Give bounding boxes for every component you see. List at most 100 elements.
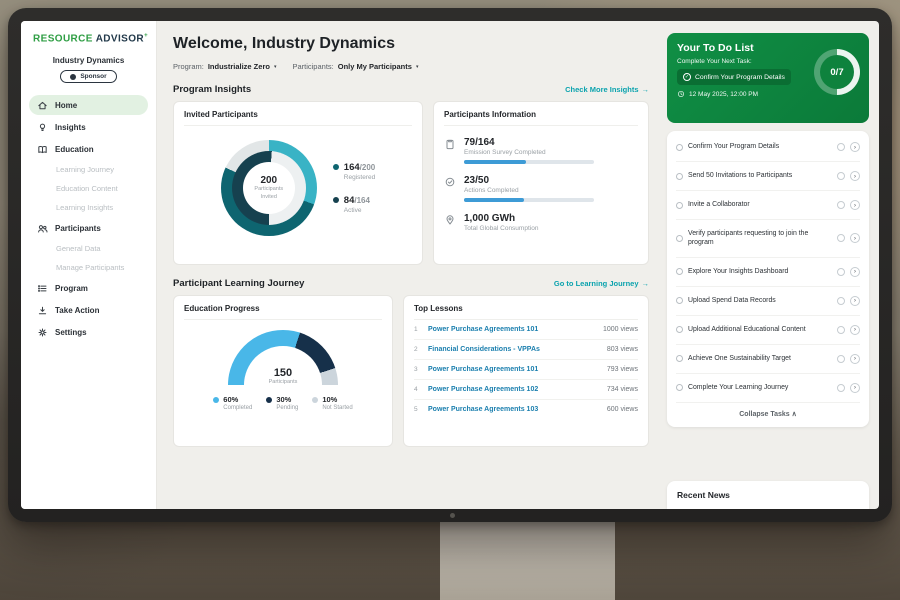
- sidebar-item-manage-participants[interactable]: Manage Participants: [29, 259, 148, 276]
- task-row[interactable]: Upload Additional Educational Content ›: [676, 316, 860, 345]
- program-filter[interactable]: Program: Industrialize Zero ▾: [173, 62, 276, 71]
- sponsor-badge: Sponsor: [60, 70, 116, 83]
- recent-news-title: Recent News: [677, 490, 730, 500]
- program-filter-label: Program:: [173, 62, 204, 71]
- check-circle-icon: [444, 176, 456, 188]
- chevron-right-icon[interactable]: ›: [850, 171, 860, 181]
- collapse-tasks-button[interactable]: Collapse Tasks ∧: [676, 403, 860, 425]
- lesson-row[interactable]: 5 Power Purchase Agreements 103 600 view…: [414, 400, 638, 419]
- main-content: Welcome, Industry Dynamics Program: Indu…: [157, 21, 661, 509]
- sidebar-item-education-content[interactable]: Education Content: [29, 180, 148, 197]
- sidebar-item-settings[interactable]: Settings: [29, 322, 148, 342]
- lesson-title-link[interactable]: Financial Considerations - VPPAs: [428, 346, 601, 353]
- gauge-center-label: Participants: [269, 379, 298, 385]
- sidebar-item-home[interactable]: Home: [29, 95, 148, 115]
- lesson-title-link[interactable]: Power Purchase Agreements 101: [428, 366, 601, 373]
- todo-progress-ring: 0/7: [814, 49, 860, 95]
- download-icon: [37, 305, 48, 316]
- task-checkbox[interactable]: [676, 144, 683, 151]
- stat-label: Total Global Consumption: [464, 225, 538, 232]
- go-to-learning-journey-link[interactable]: Go to Learning Journey →: [554, 279, 649, 288]
- chevron-right-icon[interactable]: ›: [850, 142, 860, 152]
- task-row[interactable]: Confirm Your Program Details ›: [676, 133, 860, 162]
- lesson-row[interactable]: 2 Financial Considerations - VPPAs 803 v…: [414, 340, 638, 360]
- task-checkbox[interactable]: [676, 297, 683, 304]
- caret-down-icon[interactable]: ▾: [416, 64, 419, 70]
- lesson-title-link[interactable]: Power Purchase Agreements 103: [428, 406, 601, 413]
- legend-dot: [213, 397, 219, 403]
- lesson-views: 793 views: [607, 366, 638, 373]
- task-checkbox[interactable]: [676, 355, 683, 362]
- task-count-icon: [837, 384, 845, 392]
- chevron-right-icon[interactable]: ›: [850, 325, 860, 335]
- sidebar-item-learning-journey[interactable]: Learning Journey: [29, 161, 148, 178]
- arrow-right-icon: →: [642, 279, 650, 288]
- learning-cards: Education Progress 150 Participants: [173, 295, 649, 447]
- lesson-row[interactable]: 1 Power Purchase Agreements 101 1000 vie…: [414, 320, 638, 340]
- caret-down-icon[interactable]: ▾: [274, 64, 277, 70]
- chevron-right-icon[interactable]: ›: [850, 354, 860, 364]
- sidebar-item-take-action[interactable]: Take Action: [29, 300, 148, 320]
- legend-dot: [266, 397, 272, 403]
- donut: 200 Participants Invited: [221, 140, 317, 236]
- sidebar-item-program[interactable]: Program: [29, 278, 148, 298]
- lesson-views: 734 views: [607, 386, 638, 393]
- nav-label: Learning Journey: [56, 165, 114, 174]
- lesson-rank: 5: [414, 406, 422, 413]
- chevron-right-icon[interactable]: ›: [850, 296, 860, 306]
- sidebar-item-learning-insights[interactable]: Learning Insights: [29, 199, 148, 216]
- nav-label: General Data: [56, 244, 101, 253]
- lightbulb-icon: [37, 122, 48, 133]
- org-name: Industry Dynamics: [29, 56, 148, 65]
- task-row[interactable]: Achieve One Sustainability Target ›: [676, 345, 860, 374]
- participants-filter[interactable]: Participants: Only My Participants ▾: [292, 62, 418, 71]
- donut-legend: 164/200 Registered 84/164 Active: [333, 162, 375, 214]
- task-row[interactable]: Explore Your Insights Dashboard ›: [676, 258, 860, 287]
- app-logo: RESOURCE ADVISOR+: [29, 33, 148, 44]
- sidebar-item-education[interactable]: Education: [29, 139, 148, 159]
- legend-total: /200: [360, 163, 376, 172]
- task-checkbox[interactable]: [676, 326, 683, 333]
- sidebar-item-general-data[interactable]: General Data: [29, 240, 148, 257]
- task-row[interactable]: Upload Spend Data Records ›: [676, 287, 860, 316]
- clock-icon: [677, 90, 685, 98]
- insights-cards: Invited Participants 200 Participants In…: [173, 101, 649, 265]
- task-checkbox[interactable]: [676, 235, 683, 242]
- task-checkbox[interactable]: [676, 384, 683, 391]
- chevron-right-icon[interactable]: ›: [850, 267, 860, 277]
- legend-label: Active: [344, 207, 370, 214]
- task-row[interactable]: Send 50 Invitations to Participants ›: [676, 162, 860, 191]
- chevron-right-icon[interactable]: ›: [850, 233, 860, 243]
- task-label: Explore Your Insights Dashboard: [688, 267, 832, 276]
- task-count-icon: [837, 234, 845, 242]
- section-title: Participant Learning Journey: [173, 278, 304, 289]
- task-label: Achieve One Sustainability Target: [688, 354, 832, 363]
- lesson-rank: 1: [414, 326, 422, 333]
- check-more-insights-link[interactable]: Check More Insights →: [565, 85, 649, 94]
- task-label: Confirm Your Program Details: [688, 142, 832, 151]
- legend-registered: 164/200 Registered: [333, 162, 375, 181]
- task-checkbox[interactable]: [676, 268, 683, 275]
- lesson-title-link[interactable]: Power Purchase Agreements 102: [428, 386, 601, 393]
- recent-news-header[interactable]: Recent News: [667, 481, 869, 509]
- sidebar-item-insights[interactable]: Insights: [29, 117, 148, 137]
- section-title: Program Insights: [173, 84, 251, 95]
- card-title: Invited Participants: [184, 110, 412, 126]
- task-checkbox[interactable]: [676, 173, 683, 180]
- task-count-icon: [837, 143, 845, 151]
- lesson-row[interactable]: 3 Power Purchase Agreements 101 793 view…: [414, 360, 638, 380]
- next-task-pill[interactable]: ✓ Confirm Your Program Details: [677, 69, 791, 85]
- chevron-right-icon[interactable]: ›: [850, 200, 860, 210]
- sidebar-item-participants[interactable]: Participants: [29, 218, 148, 238]
- legend-dot: [333, 164, 339, 170]
- task-row[interactable]: Verify participants requesting to join t…: [676, 220, 860, 258]
- lesson-row[interactable]: 4 Power Purchase Agreements 102 734 view…: [414, 380, 638, 400]
- task-count-icon: [837, 326, 845, 334]
- home-icon: [37, 100, 48, 111]
- task-checkbox[interactable]: [676, 202, 683, 209]
- gauge: 150 Participants: [228, 330, 338, 385]
- task-row[interactable]: Invite a Collaborator ›: [676, 191, 860, 220]
- task-row[interactable]: Complete Your Learning Journey ›: [676, 374, 860, 403]
- chevron-right-icon[interactable]: ›: [850, 383, 860, 393]
- lesson-title-link[interactable]: Power Purchase Agreements 101: [428, 326, 597, 333]
